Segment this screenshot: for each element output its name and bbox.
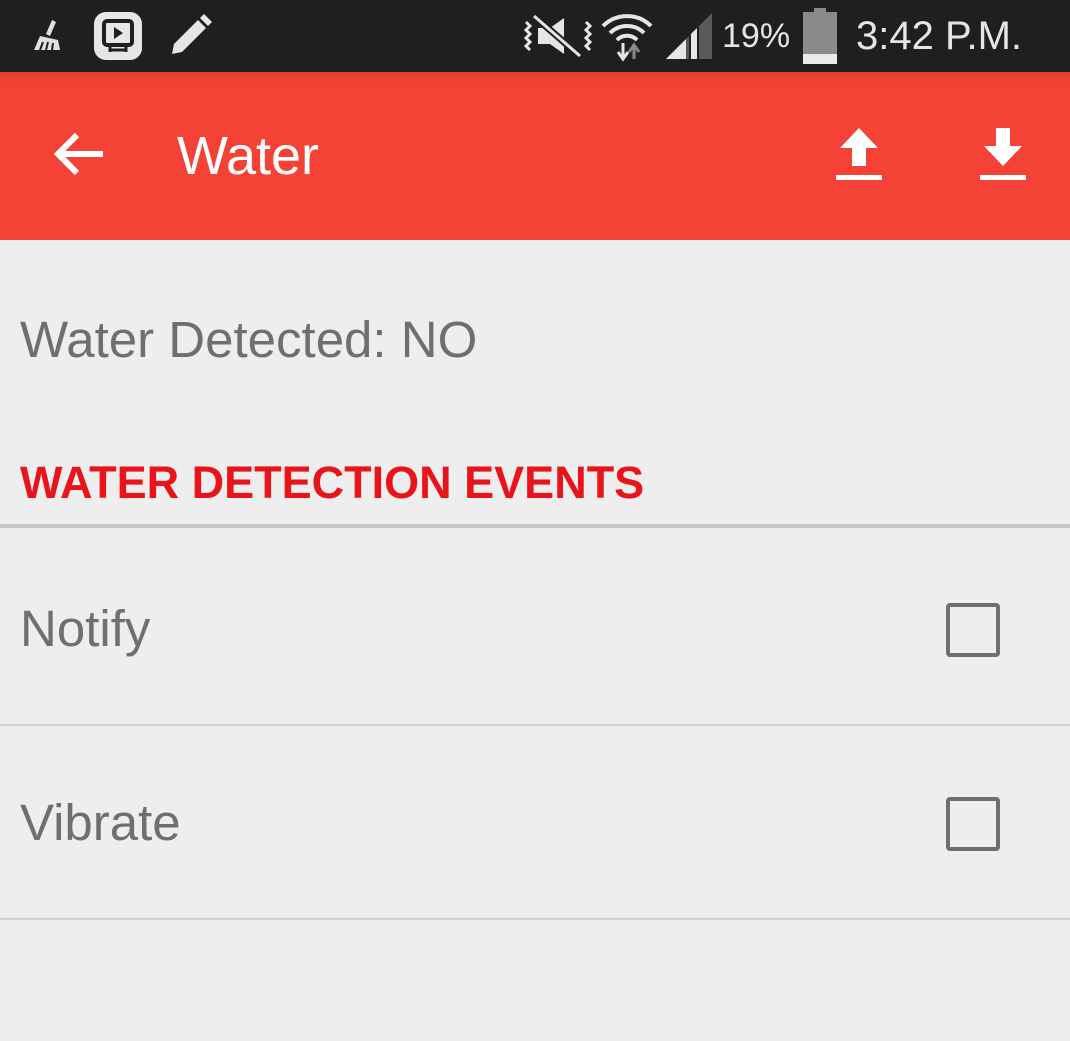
clock: 3:42 P.M. xyxy=(856,14,1023,58)
back-button[interactable] xyxy=(37,114,121,198)
status-bar: 19% 3:42 P.M. xyxy=(0,0,1070,72)
vibrate-checkbox[interactable] xyxy=(946,797,1000,851)
wifi-icon xyxy=(600,0,654,72)
pencil-icon xyxy=(166,0,214,72)
section-divider xyxy=(0,524,1070,528)
notify-preference[interactable]: Notify xyxy=(0,532,1070,726)
battery-percent: 19% xyxy=(722,17,791,55)
download-button[interactable] xyxy=(961,114,1045,198)
app-notification-icon xyxy=(92,0,144,72)
download-icon xyxy=(978,126,1028,187)
cleaner-broom-icon xyxy=(28,0,68,72)
vibrate-mode-icon xyxy=(522,0,594,72)
app-bar: Water xyxy=(0,72,1070,240)
back-arrow-icon xyxy=(53,132,105,181)
notify-label: Notify xyxy=(20,600,151,657)
vibrate-label: Vibrate xyxy=(20,794,181,851)
upload-icon xyxy=(834,126,884,187)
upload-button[interactable] xyxy=(817,114,901,198)
section-header: WATER DETECTION EVENTS xyxy=(20,457,645,508)
water-detected-status: Water Detected: NO xyxy=(20,311,478,368)
battery-icon xyxy=(802,0,838,72)
notify-checkbox[interactable] xyxy=(946,603,1000,657)
row-divider xyxy=(0,918,1070,920)
cellular-signal-icon xyxy=(664,0,714,72)
vibrate-preference[interactable]: Vibrate xyxy=(0,726,1070,920)
page-title: Water xyxy=(177,126,320,186)
